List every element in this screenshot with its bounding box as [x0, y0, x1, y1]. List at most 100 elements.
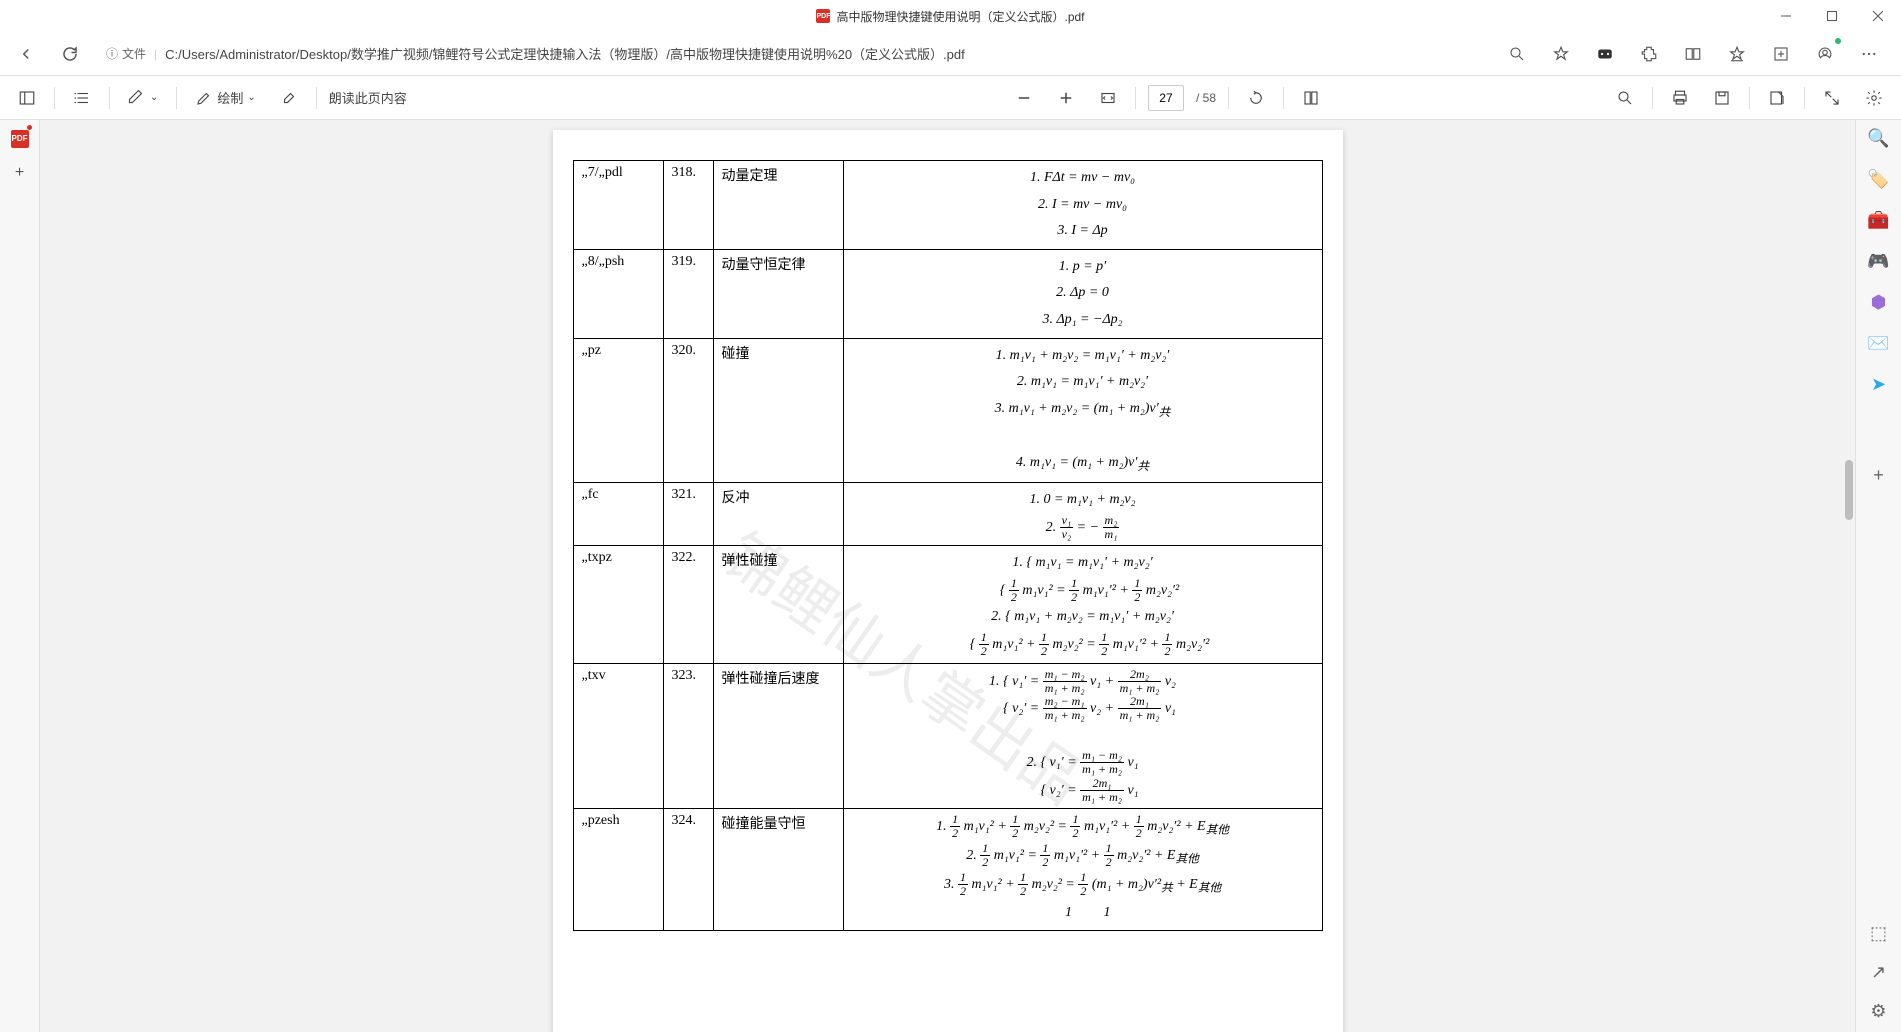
page-total-label: / 58 — [1196, 91, 1216, 105]
refresh-button[interactable] — [52, 36, 88, 72]
draw-dropdown[interactable]: 绘制⌄ — [189, 82, 261, 114]
formula-cell: 1. m₁v₁ + m₂v₂ = m₁v₁′ + m₂v₂′2. m₁v₁ = … — [843, 338, 1322, 483]
video-icon[interactable] — [1589, 38, 1621, 70]
num-cell: 318. — [663, 161, 713, 250]
code-cell: „fc — [573, 483, 663, 546]
more-icon[interactable] — [1853, 38, 1885, 70]
num-cell: 322. — [663, 546, 713, 663]
tag-panel-icon[interactable]: 🏷️ — [1867, 169, 1889, 190]
sidebar-toggle-icon[interactable] — [12, 82, 42, 114]
separator — [1135, 87, 1136, 109]
side-panel: 🔍 🏷️ 🧰 🎮 ⬢ ✉️ ➤ + ⬚ ↗ ⚙ — [1855, 120, 1901, 1032]
save-icon[interactable] — [1707, 82, 1737, 114]
read-aloud-button[interactable]: 朗读此页内容 — [329, 88, 407, 107]
separator — [1749, 87, 1750, 109]
fullscreen-icon[interactable] — [1817, 82, 1847, 114]
num-cell: 319. — [663, 249, 713, 338]
table-row: „7/„pdl 318. 动量定理 1. FΔt = mv − mv₀2. I … — [573, 161, 1322, 250]
formula-table: „7/„pdl 318. 动量定理 1. FΔt = mv − mv₀2. I … — [573, 160, 1323, 931]
table-row: „8/„psh 319. 动量守恒定律 1. p = p′2. Δp = 03.… — [573, 249, 1322, 338]
erase-icon[interactable] — [274, 82, 304, 114]
formula-cell: 1. p = p′2. Δp = 03. Δp₁ = −Δp₂ — [843, 249, 1322, 338]
formula-cell: 1. FΔt = mv − mv₀2. I = mv − mv₀3. I = Δ… — [843, 161, 1322, 250]
office-panel-icon[interactable]: ⬢ — [1871, 292, 1887, 313]
games-panel-icon[interactable]: 🎮 — [1867, 251, 1889, 272]
print-icon[interactable] — [1665, 82, 1695, 114]
name-cell: 弹性碰撞 — [713, 546, 843, 663]
outlook-panel-icon[interactable]: ✉️ — [1867, 333, 1889, 354]
find-icon[interactable] — [1610, 82, 1640, 114]
settings-panel-icon[interactable]: ⚙ — [1870, 1001, 1886, 1022]
pdf-toolbar: ⌄ 绘制⌄ 朗读此页内容 / 58 — [0, 76, 1901, 120]
highlight-dropdown[interactable]: ⌄ — [122, 82, 164, 114]
scrollbar-thumb[interactable] — [1845, 460, 1853, 520]
share-icon[interactable]: ↗ — [1871, 962, 1886, 983]
formula-cell: 1. { v₁′ = m₁ − m₂m₁ + m₂ v₁ + 2m₂m₁ + m… — [843, 663, 1322, 809]
maximize-button[interactable] — [1809, 0, 1855, 32]
name-cell: 动量守恒定律 — [713, 249, 843, 338]
favorite-icon[interactable] — [1545, 38, 1577, 70]
site-info-icon[interactable]: ⓘ 文件 — [106, 45, 146, 62]
search-panel-icon[interactable]: 🔍 — [1867, 128, 1889, 149]
favorites-bar-icon[interactable] — [1721, 38, 1753, 70]
name-cell: 碰撞能量守恒 — [713, 809, 843, 931]
zoom-out-button[interactable] — [1009, 82, 1039, 114]
back-button[interactable] — [8, 36, 44, 72]
main-area: PDF + 锦鲤仙人掌出品 „7/„pdl 318. 动量定理 1. FΔt =… — [0, 120, 1901, 1032]
screenshot-icon[interactable]: ⬚ — [1870, 923, 1887, 944]
draw-label: 绘制 — [217, 88, 243, 107]
toolbox-panel-icon[interactable]: 🧰 — [1867, 210, 1889, 231]
num-cell: 323. — [663, 663, 713, 809]
num-cell: 324. — [663, 809, 713, 931]
code-cell: „txpz — [573, 546, 663, 663]
separator: | — [154, 47, 157, 61]
contents-icon[interactable] — [67, 82, 97, 114]
formula-cell: 1. { m₁v₁ = m₁v₁′ + m₂v₂′ { 12 m₁v₁² = 1… — [843, 546, 1322, 663]
rotate-icon[interactable] — [1241, 82, 1271, 114]
pdf-page: 锦鲤仙人掌出品 „7/„pdl 318. 动量定理 1. FΔt = mv − … — [553, 130, 1343, 1032]
close-button[interactable] — [1855, 0, 1901, 32]
save-as-icon[interactable] — [1762, 82, 1792, 114]
separator — [1804, 87, 1805, 109]
zoom-in-button[interactable] — [1051, 82, 1081, 114]
code-cell: „pz — [573, 338, 663, 483]
new-tab-button[interactable]: + — [15, 164, 24, 182]
split-icon[interactable] — [1677, 38, 1709, 70]
send-panel-icon[interactable]: ➤ — [1871, 374, 1886, 395]
tab-strip: PDF + — [0, 120, 40, 1032]
protocol-label: 文件 — [122, 45, 146, 62]
table-row: „pzesh 324. 碰撞能量守恒 1. 12 m₁v₁² + 12 m₂v₂… — [573, 809, 1322, 931]
num-cell: 321. — [663, 483, 713, 546]
code-cell: „pzesh — [573, 809, 663, 931]
settings-icon[interactable] — [1859, 82, 1889, 114]
code-cell: „8/„psh — [573, 249, 663, 338]
table-row: „fc 321. 反冲 1. 0 = m₁v₁ + m₂v₂2. v₁v₂ = … — [573, 483, 1322, 546]
separator — [54, 87, 55, 109]
table-row: „pz 320. 碰撞 1. m₁v₁ + m₂v₂ = m₁v₁′ + m₂v… — [573, 338, 1322, 483]
personal-icon[interactable] — [1809, 38, 1841, 70]
separator — [176, 87, 177, 109]
num-cell: 320. — [663, 338, 713, 483]
page-number-input[interactable] — [1148, 85, 1184, 111]
page-view-icon[interactable] — [1296, 82, 1326, 114]
window-controls — [1763, 0, 1901, 32]
pdf-tab[interactable]: PDF — [11, 128, 29, 148]
name-cell: 弹性碰撞后速度 — [713, 663, 843, 809]
window-title-text: 高中版物理快捷键使用说明（定义公式版）.pdf — [836, 8, 1084, 25]
separator — [1228, 87, 1229, 109]
zoom-icon[interactable] — [1501, 38, 1533, 70]
address-bar[interactable]: ⓘ 文件 | C:/Users/Administrator/Desktop/数学… — [96, 38, 1493, 70]
separator — [1652, 87, 1653, 109]
extensions-icon[interactable] — [1633, 38, 1665, 70]
window-titlebar: PDF 高中版物理快捷键使用说明（定义公式版）.pdf — [0, 0, 1901, 32]
code-cell: „txv — [573, 663, 663, 809]
add-panel-icon[interactable]: + — [1873, 465, 1884, 486]
fit-icon[interactable] — [1093, 82, 1123, 114]
code-cell: „7/„pdl — [573, 161, 663, 250]
table-row: „txpz 322. 弹性碰撞 1. { m₁v₁ = m₁v₁′ + m₂v₂… — [573, 546, 1322, 663]
separator — [109, 87, 110, 109]
pdf-viewer[interactable]: 锦鲤仙人掌出品 „7/„pdl 318. 动量定理 1. FΔt = mv − … — [40, 120, 1855, 1032]
separator — [1283, 87, 1284, 109]
collections-icon[interactable] — [1765, 38, 1797, 70]
minimize-button[interactable] — [1763, 0, 1809, 32]
